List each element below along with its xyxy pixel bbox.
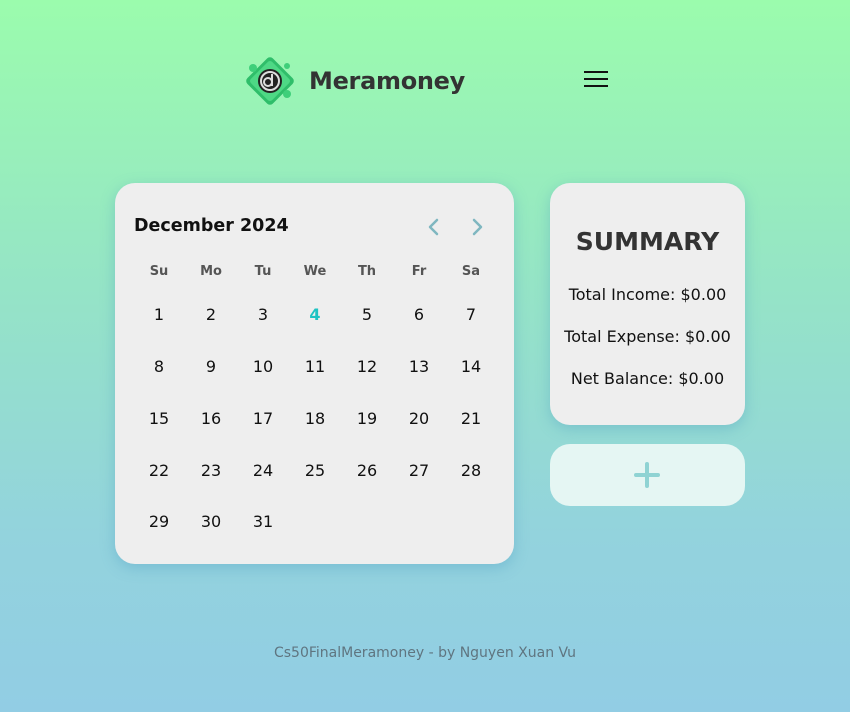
calendar-day[interactable]: 22 xyxy=(139,456,179,486)
calendar-day[interactable]: 7 xyxy=(451,300,491,330)
calendar-day[interactable]: 19 xyxy=(347,404,387,434)
calendar-day[interactable]: 16 xyxy=(191,404,231,434)
calendar-day-today[interactable]: 4 xyxy=(295,300,335,330)
calendar-day[interactable]: 15 xyxy=(139,404,179,434)
calendar-day[interactable]: 11 xyxy=(295,352,335,382)
weekday-header: Th xyxy=(357,264,377,279)
calendar-day[interactable]: 8 xyxy=(139,352,179,382)
calendar-day[interactable]: 2 xyxy=(191,300,231,330)
summary-title: SUMMARY xyxy=(575,227,720,256)
calendar-day[interactable]: 29 xyxy=(139,507,179,537)
menu-bar xyxy=(584,78,608,80)
calendar-day[interactable]: 18 xyxy=(295,404,335,434)
calendar-day[interactable]: 21 xyxy=(451,404,491,434)
calendar-day[interactable]: 20 xyxy=(399,404,439,434)
calendar-day[interactable]: 27 xyxy=(399,456,439,486)
calendar-day[interactable]: 17 xyxy=(243,404,283,434)
app-name: Meramoney xyxy=(309,67,465,95)
calendar-day[interactable]: 24 xyxy=(243,456,283,486)
weekday-header: Tu xyxy=(254,264,272,279)
calendar-day[interactable]: 12 xyxy=(347,352,387,382)
calendar-day[interactable]: 30 xyxy=(191,507,231,537)
plus-icon xyxy=(634,462,660,488)
calendar-day[interactable]: 6 xyxy=(399,300,439,330)
weekday-header: Su xyxy=(149,264,169,279)
calendar-day[interactable]: 14 xyxy=(451,352,491,382)
total-income: Total Income: $0.00 xyxy=(568,285,727,304)
calendar-day[interactable]: 26 xyxy=(347,456,387,486)
weekday-header: We xyxy=(303,264,327,279)
calendar-day[interactable]: 23 xyxy=(191,456,231,486)
calendar-day[interactable]: 5 xyxy=(347,300,387,330)
summary-card: SUMMARY Total Income: $0.00 Total Expens… xyxy=(550,183,745,425)
chevron-left-icon[interactable] xyxy=(423,216,445,238)
calendar-day[interactable]: 13 xyxy=(399,352,439,382)
calendar-day[interactable]: 10 xyxy=(243,352,283,382)
calendar-day[interactable]: 31 xyxy=(243,507,283,537)
weekday-header: Mo xyxy=(200,264,222,279)
menu-bar xyxy=(584,85,608,87)
calendar-day[interactable]: 1 xyxy=(139,300,179,330)
calendar-day[interactable]: 28 xyxy=(451,456,491,486)
menu-bar xyxy=(584,71,608,73)
add-transaction-button[interactable] xyxy=(550,444,745,506)
calendar-month-title: December 2024 xyxy=(134,216,289,236)
meramoney-logo-icon[interactable] xyxy=(243,54,297,108)
calendar-day[interactable]: 25 xyxy=(295,456,335,486)
net-balance: Net Balance: $0.00 xyxy=(570,369,725,388)
weekday-header: Sa xyxy=(461,264,481,279)
chevron-right-icon[interactable] xyxy=(466,216,488,238)
weekday-header: Fr xyxy=(411,264,427,279)
calendar-day[interactable]: 9 xyxy=(191,352,231,382)
total-expense: Total Expense: $0.00 xyxy=(564,327,731,346)
footer-credit: Cs50FinalMeramoney - by Nguyen Xuan Vu xyxy=(273,645,577,661)
calendar-card: December 2024 Su Mo Tu We Th Fr Sa 1 2 3 4 5 6 7 8 9 10 1… xyxy=(115,183,514,564)
hamburger-menu-icon[interactable] xyxy=(584,66,608,96)
calendar-day[interactable]: 3 xyxy=(243,300,283,330)
app-header: Meramoney xyxy=(243,54,465,108)
